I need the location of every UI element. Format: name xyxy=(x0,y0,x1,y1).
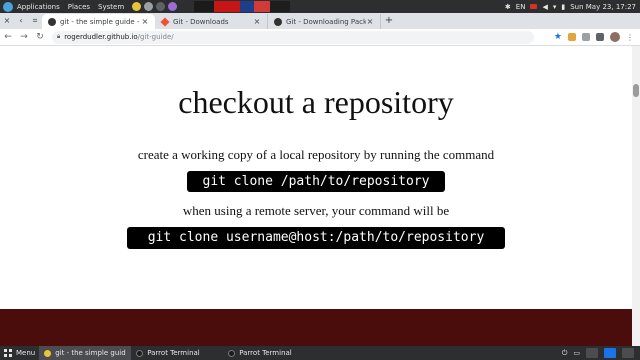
tab-bar: × ‹ ⌗ git - the simple guide - no × Git … xyxy=(0,13,640,29)
task-label: git - the simple guide - ... xyxy=(55,349,126,357)
browser-toolbar: ← → ↻ 🔒︎ rogerdudler.github.io /git-guid… xyxy=(0,29,640,46)
tab-git-downloading-package[interactable]: Git - Downloading Package × xyxy=(268,14,381,29)
tab-scroll-left-icon[interactable]: ‹ xyxy=(14,13,28,29)
tab-git-downloads[interactable]: Git - Downloads × xyxy=(155,14,268,29)
tab-title: Git - Downloading Package xyxy=(286,17,366,26)
volume-icon[interactable]: ◀ xyxy=(542,3,547,11)
tab-search-icon[interactable]: × xyxy=(0,13,14,29)
code-snippet-remote: git clone username@host:/path/to/reposit… xyxy=(127,227,505,249)
bookmark-star-icon[interactable]: ★ xyxy=(554,32,562,42)
task-label: Parrot Terminal xyxy=(239,349,292,357)
section-divider xyxy=(0,309,632,346)
more-menu-icon[interactable]: ⋮ xyxy=(626,33,634,42)
places-menu[interactable]: Places xyxy=(68,3,90,11)
taskbar-item-terminal-2[interactable]: Parrot Terminal xyxy=(223,346,315,360)
app-launcher-icon[interactable] xyxy=(168,2,178,11)
scrollbar[interactable] xyxy=(632,46,640,309)
new-tab-button[interactable]: + xyxy=(381,14,397,29)
workspace-1[interactable] xyxy=(586,348,598,358)
reload-icon[interactable]: ↻ xyxy=(32,32,48,42)
tab-title: Git - Downloads xyxy=(173,17,229,26)
url-host: rogerdudler.github.io xyxy=(64,33,138,41)
keyboard-layout[interactable]: EN xyxy=(516,3,526,11)
url-path: /git-guide/ xyxy=(137,33,174,41)
github-icon xyxy=(274,17,282,26)
start-menu-button[interactable]: Menu xyxy=(0,346,39,360)
extensions-puzzle-icon[interactable] xyxy=(596,33,604,41)
workspace-3[interactable] xyxy=(622,348,634,358)
system-panel: Applications Places System ✱ EN ◀ ▾ ▮ Su… xyxy=(0,0,640,13)
scrollbar-track[interactable] xyxy=(632,309,640,346)
scrollbar-thumb[interactable] xyxy=(633,84,639,97)
taskbar-item-chrome[interactable]: git - the simple guide - ... xyxy=(39,346,132,360)
tab-git-simple-guide[interactable]: git - the simple guide - no × xyxy=(42,14,155,29)
address-bar[interactable]: 🔒︎ rogerdudler.github.io /git-guide/ xyxy=(52,30,534,44)
window-switch-icon[interactable]: ▭ xyxy=(573,349,580,357)
menu-grid-icon xyxy=(4,349,12,357)
terminal-launcher-icon[interactable] xyxy=(144,2,154,11)
files-launcher-icon[interactable] xyxy=(156,2,166,11)
git-icon xyxy=(160,16,170,27)
close-icon[interactable]: × xyxy=(253,17,261,26)
page-content: checkout a repository create a working c… xyxy=(0,46,632,309)
bluetooth-icon[interactable]: ✱ xyxy=(505,3,511,11)
battery-icon[interactable]: ▮ xyxy=(561,3,565,11)
terminal-icon xyxy=(228,349,236,357)
instruction-text: create a working copy of a local reposit… xyxy=(137,147,495,162)
network-icon[interactable]: ▾ xyxy=(553,3,557,11)
tab-title: git - the simple guide - no xyxy=(60,17,141,26)
applications-menu[interactable]: Applications xyxy=(17,3,60,11)
back-icon[interactable]: ← xyxy=(0,32,16,42)
avatar[interactable] xyxy=(610,32,620,42)
extension-icon[interactable] xyxy=(582,33,590,41)
close-icon[interactable]: × xyxy=(141,17,149,26)
lock-icon[interactable]: 🔒︎ xyxy=(57,33,60,41)
chrome-icon xyxy=(44,349,52,357)
taskbar: Menu git - the simple guide - ... Parrot… xyxy=(0,346,640,360)
page-title: checkout a repository xyxy=(178,84,454,120)
power-icon[interactable]: ⏻ xyxy=(562,349,568,358)
code-snippet-local: git clone /path/to/repository xyxy=(187,171,445,192)
forward-icon[interactable]: → xyxy=(16,32,32,42)
terminal-icon xyxy=(136,349,144,357)
close-icon[interactable]: × xyxy=(366,17,374,26)
system-monitor xyxy=(194,1,291,12)
system-menu[interactable]: System xyxy=(98,3,124,11)
menu-label: Menu xyxy=(16,349,36,357)
parrot-logo-icon[interactable] xyxy=(3,1,13,12)
task-label: Parrot Terminal xyxy=(147,349,200,357)
recording-icon[interactable] xyxy=(530,4,538,9)
instruction-text-remote: when using a remote server, your command… xyxy=(182,203,450,218)
taskbar-item-terminal[interactable]: Parrot Terminal xyxy=(131,346,223,360)
workspace-2[interactable] xyxy=(604,348,616,358)
chrome-launcher-icon[interactable] xyxy=(132,2,142,11)
extension-icon[interactable] xyxy=(568,33,576,41)
tab-grid-icon[interactable]: ⌗ xyxy=(28,13,42,29)
clock[interactable]: Sun May 23, 17:27 xyxy=(570,3,636,11)
github-icon xyxy=(48,17,56,26)
